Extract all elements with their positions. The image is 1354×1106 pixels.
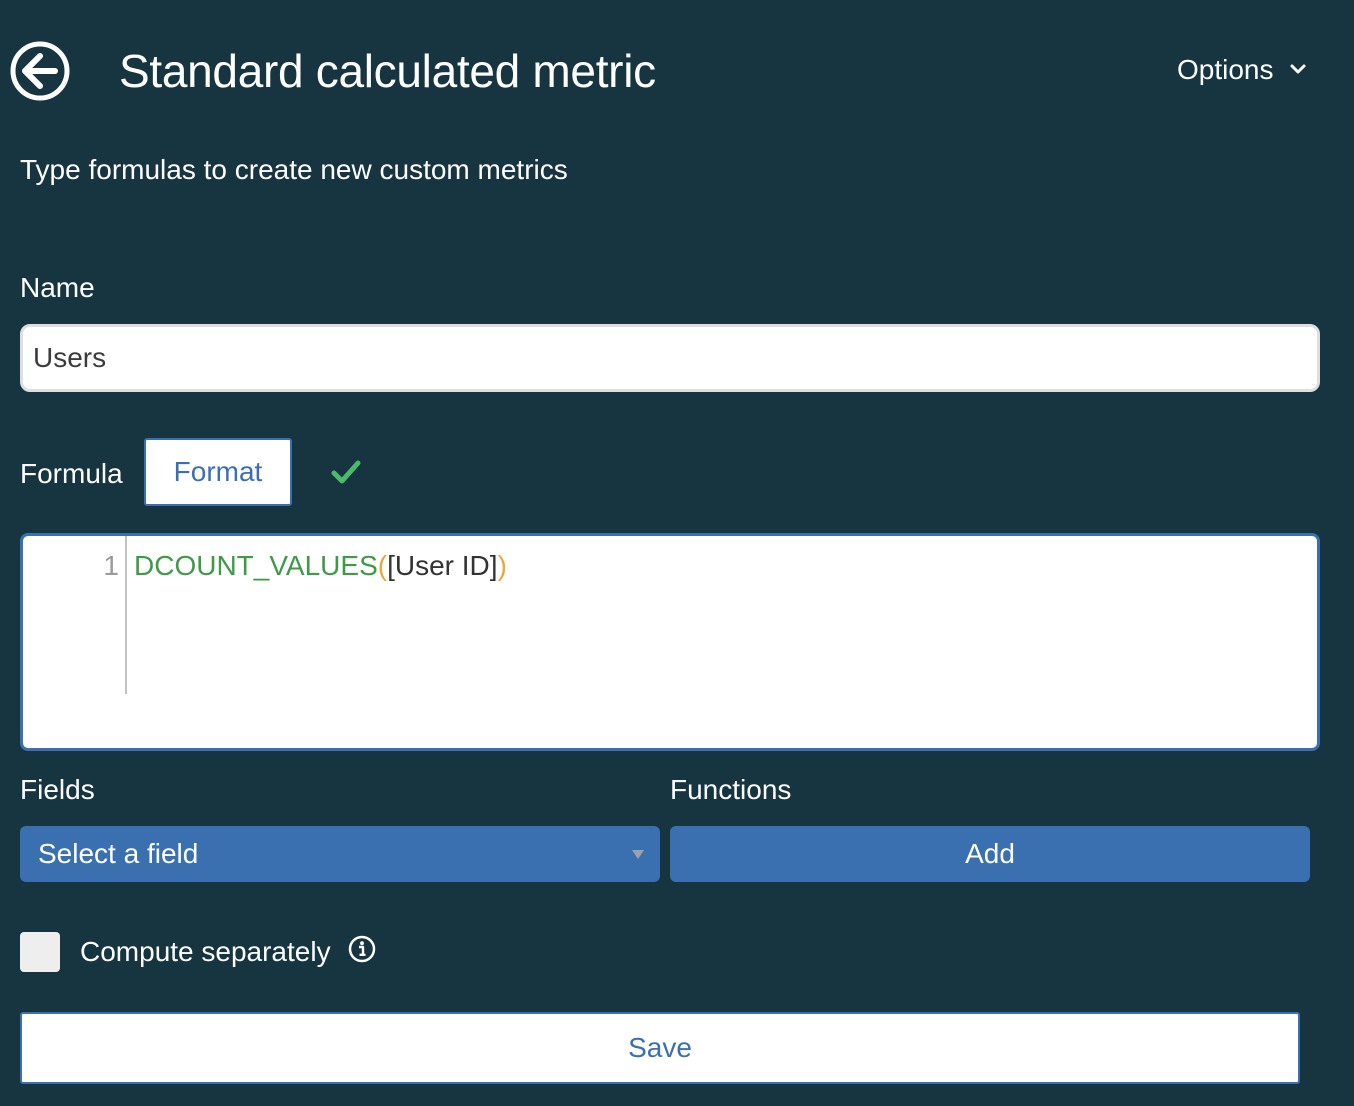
functions-label: Functions: [670, 774, 792, 805]
code-close-paren: ): [497, 550, 507, 581]
field-select[interactable]: Select a field: [20, 826, 660, 882]
save-button[interactable]: Save: [20, 1012, 1300, 1084]
line-number: 1: [103, 550, 119, 581]
name-input[interactable]: [20, 324, 1320, 392]
code-function-token: DCOUNT_VALUES: [134, 550, 378, 581]
compute-separately-checkbox[interactable]: [20, 932, 60, 972]
options-dropdown[interactable]: Options: [1177, 50, 1306, 90]
calculated-metric-panel: Standard calculated metric Options Type …: [0, 0, 1354, 1106]
compute-separately-label: Compute separately: [80, 936, 331, 967]
chevron-down-icon: [1290, 64, 1305, 74]
editor-gutter: 1: [23, 536, 127, 694]
page-title: Standard calculated metric: [119, 45, 656, 97]
add-function-button[interactable]: Add: [670, 826, 1310, 882]
formula-label: Formula: [20, 458, 123, 489]
formula-editor[interactable]: 1 DCOUNT_VALUES([User ID]): [20, 533, 1320, 751]
caret-down-icon: [632, 850, 644, 859]
code-line[interactable]: DCOUNT_VALUES([User ID]): [134, 550, 507, 582]
back-arrow-circle-icon[interactable]: [10, 41, 70, 101]
options-label: Options: [1177, 54, 1274, 85]
field-select-value: Select a field: [38, 838, 199, 869]
name-label: Name: [20, 272, 95, 303]
checkmark-icon: [331, 460, 361, 484]
fields-label: Fields: [20, 774, 95, 805]
format-button[interactable]: Format: [144, 438, 292, 506]
code-field-token: [User ID]: [387, 550, 498, 581]
info-icon[interactable]: [348, 935, 376, 963]
page-subtitle: Type formulas to create new custom metri…: [20, 154, 568, 185]
code-open-paren: (: [377, 550, 388, 581]
